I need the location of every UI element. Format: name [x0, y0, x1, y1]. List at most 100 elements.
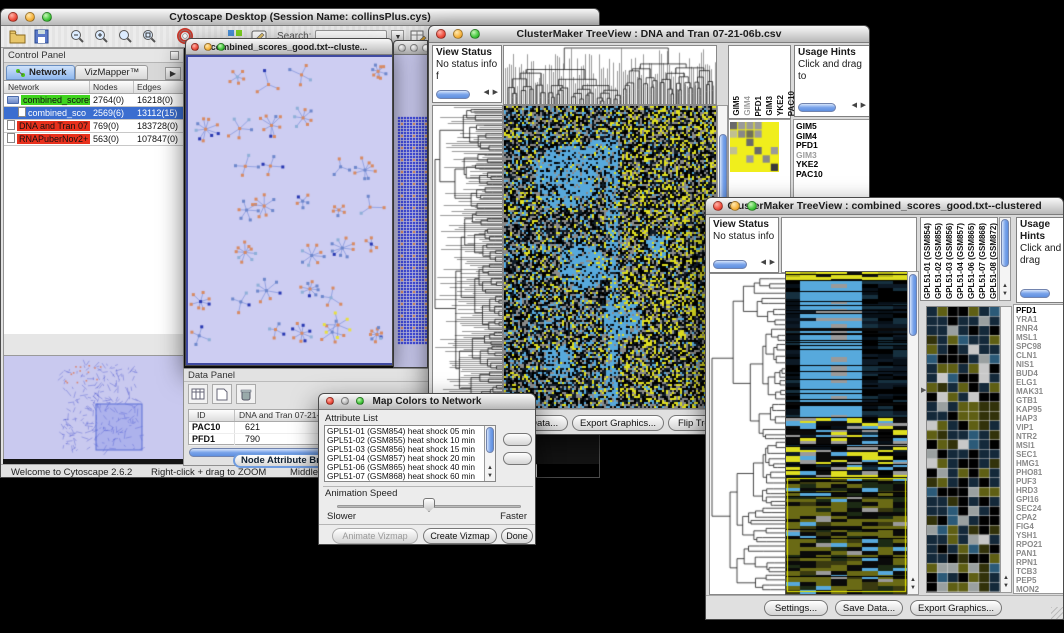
- gene-label[interactable]: TCB3: [1016, 567, 1064, 576]
- gene-label[interactable]: YSH1: [1016, 531, 1064, 540]
- delete-attribute-icon[interactable]: [236, 384, 256, 404]
- float-panel-icon[interactable]: [170, 51, 179, 60]
- tv2-zoom-matrix-canvas[interactable]: [926, 306, 1001, 593]
- tv2-column-label[interactable]: GPL51-06 (GSM865): [967, 223, 977, 299]
- network-overview-panel[interactable]: [4, 355, 183, 458]
- network-list-row[interactable]: combined_scores2764(0)16218(0): [4, 94, 183, 107]
- scroll-up-icon[interactable]: ▲: [1002, 283, 1008, 290]
- gene-label[interactable]: FIG4: [1016, 522, 1064, 531]
- done-button[interactable]: Done: [501, 528, 533, 544]
- close-button[interactable]: [8, 12, 18, 22]
- zoom-in-icon[interactable]: [91, 27, 111, 47]
- tv1-column-label[interactable]: PFD1: [754, 96, 764, 116]
- gene-label[interactable]: SEC1: [1016, 450, 1064, 459]
- gene-label[interactable]: MSI1: [1016, 441, 1064, 450]
- tv2-zoom-vscrollbar[interactable]: ▲ ▼: [1000, 306, 1012, 593]
- settings-button[interactable]: Settings...: [764, 600, 828, 616]
- attribute-list[interactable]: GPL51-01 (GSM854) heat shock 05 minGPL51…: [324, 425, 496, 482]
- zoom-button[interactable]: [356, 397, 364, 405]
- background-network-canvas[interactable]: [394, 55, 428, 368]
- gene-label[interactable]: YRA1: [1016, 315, 1064, 324]
- animate-vizmap-button[interactable]: Animate Vizmap: [332, 528, 418, 544]
- tv2-column-label[interactable]: GPL51-04 (GSM857): [956, 223, 966, 299]
- minimize-button[interactable]: [341, 397, 349, 405]
- gene-label[interactable]: RPO21: [1016, 540, 1064, 549]
- gene-label[interactable]: HRD3: [1016, 486, 1064, 495]
- gene-label[interactable]: PAN1: [1016, 549, 1064, 558]
- scroll-up-icon[interactable]: ▲: [487, 465, 493, 472]
- tv1-row-label[interactable]: PAC10: [796, 170, 869, 180]
- network-list-row[interactable]: DNA and Tran 07769(0)183728(0): [4, 120, 183, 133]
- attribute-select-icon[interactable]: [188, 384, 208, 404]
- slider-thumb[interactable]: [423, 498, 435, 512]
- gene-label[interactable]: PFD1: [1016, 306, 1064, 315]
- new-attribute-icon[interactable]: [212, 384, 232, 404]
- tv2-column-label[interactable]: GPL51-08 (GSM872): [989, 223, 999, 299]
- tv2-left-dendrogram[interactable]: [709, 273, 787, 595]
- save-data-button[interactable]: Save Data...: [835, 600, 903, 616]
- gene-label[interactable]: PEP5: [1016, 576, 1064, 585]
- network-list-row[interactable]: RNAPuberNov2+563(0)107847(0): [4, 133, 183, 146]
- tv1-column-label[interactable]: GIM5: [732, 96, 742, 116]
- minimize-button[interactable]: [453, 29, 463, 39]
- minimize-button[interactable]: [204, 43, 212, 51]
- minimize-button[interactable]: [25, 12, 35, 22]
- tv1-column-label[interactable]: GIM4: [743, 96, 753, 116]
- tab-overflow-button[interactable]: ▶: [165, 67, 181, 80]
- tv1-column-label[interactable]: GIM3: [765, 96, 775, 116]
- zoom-out-icon[interactable]: [67, 27, 87, 47]
- gene-label[interactable]: RPN1: [1016, 558, 1064, 567]
- gene-label[interactable]: MSL1: [1016, 333, 1064, 342]
- gene-label[interactable]: ELG1: [1016, 378, 1064, 387]
- tv1-status-scrollbar[interactable]: [436, 90, 470, 99]
- gene-label[interactable]: GPI16: [1016, 495, 1064, 504]
- gene-label[interactable]: HMG1: [1016, 459, 1064, 468]
- main-titlebar[interactable]: Cytoscape Desktop (Session Name: collins…: [1, 9, 599, 26]
- tv1-heatmap-canvas[interactable]: [503, 105, 717, 409]
- move-up-button[interactable]: [503, 433, 532, 446]
- move-down-button[interactable]: [503, 452, 532, 465]
- zoom-button[interactable]: [42, 12, 52, 22]
- close-button[interactable]: [398, 44, 406, 52]
- network-overview-canvas[interactable]: [4, 356, 183, 459]
- open-file-icon[interactable]: [7, 27, 27, 47]
- tv1-column-label[interactable]: YKE2: [776, 95, 786, 116]
- tv2-column-label[interactable]: GPL51-02 (GSM855): [934, 223, 944, 299]
- scroll-right-icon[interactable]: ▶: [493, 87, 498, 99]
- gene-label[interactable]: SPC98: [1016, 342, 1064, 351]
- scroll-left-icon[interactable]: ◀: [761, 257, 766, 269]
- resize-grip[interactable]: [1051, 607, 1063, 619]
- tv2-column-label[interactable]: GPL51-07 (GSM868): [978, 223, 988, 299]
- tv2-heatmap-vscrollbar[interactable]: ▲ ▼: [907, 271, 919, 595]
- tv2-status-scrollbar[interactable]: [713, 260, 747, 269]
- create-vizmap-button[interactable]: Create Vizmap: [423, 528, 497, 544]
- close-button[interactable]: [436, 29, 446, 39]
- tv2-collabel-scrollbar[interactable]: ▲ ▼: [999, 217, 1011, 301]
- gene-label[interactable]: MAK31: [1016, 387, 1064, 396]
- scroll-up-icon[interactable]: ▲: [1003, 575, 1009, 582]
- tv2-column-label[interactable]: GPL51-03 (GSM856): [945, 223, 955, 299]
- gene-label[interactable]: HAP3: [1016, 414, 1064, 423]
- tab-network[interactable]: Network: [6, 65, 75, 80]
- tv2-usage-scrollbar[interactable]: [1020, 289, 1050, 298]
- zoom-selected-icon[interactable]: [139, 27, 159, 47]
- scroll-right-icon[interactable]: ▶: [861, 100, 866, 112]
- gene-label[interactable]: RNR4: [1016, 324, 1064, 333]
- gene-label[interactable]: PUF3: [1016, 477, 1064, 486]
- attribute-list-scrollbar[interactable]: [486, 427, 494, 453]
- tv2-column-label[interactable]: GPL51-01 (GSM854): [923, 223, 933, 299]
- zoom-button[interactable]: [747, 201, 757, 211]
- zoom-fit-icon[interactable]: [115, 27, 135, 47]
- scroll-left-icon[interactable]: ◀: [484, 87, 489, 99]
- gene-label[interactable]: KAP95: [1016, 405, 1064, 414]
- scroll-up-icon[interactable]: ▲: [910, 577, 916, 584]
- scroll-left-icon[interactable]: ◀: [852, 100, 857, 112]
- export-graphics-button[interactable]: Export Graphics...: [910, 600, 1002, 616]
- gene-label[interactable]: GTB1: [1016, 396, 1064, 405]
- network-canvas[interactable]: [188, 57, 392, 363]
- network-list-row[interactable]: combined_sco2569(6)13112(15): [4, 107, 183, 120]
- close-button[interactable]: [326, 397, 334, 405]
- zoom-button[interactable]: [217, 43, 225, 51]
- save-icon[interactable]: [31, 27, 51, 47]
- scroll-down-icon[interactable]: ▼: [1002, 291, 1008, 298]
